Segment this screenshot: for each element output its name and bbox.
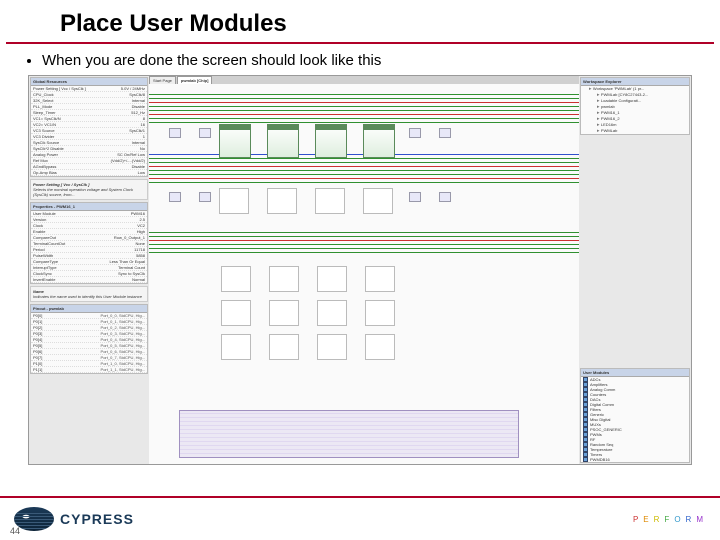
analog-block[interactable] <box>317 334 347 360</box>
digital-block-empty[interactable] <box>315 188 345 214</box>
routing-bus <box>149 244 579 245</box>
analog-block[interactable] <box>365 300 395 326</box>
digital-block-empty[interactable] <box>363 188 393 214</box>
routing-bus <box>149 170 579 171</box>
routing-bus <box>149 102 579 103</box>
routing-bus <box>149 248 579 249</box>
pinout-panel: Pinout - pwmlab P0[0]Port_0_0, StdCPU, H… <box>30 304 148 374</box>
embedded-screenshot: Global Resources Power Setting [ Vcc / S… <box>28 75 692 465</box>
digital-block-empty[interactable] <box>267 188 297 214</box>
chip-canvas[interactable] <box>149 84 579 464</box>
workspace-tree[interactable]: Workspace 'PWMLab' (1 pr...PWMLab [CY8C2… <box>581 86 689 134</box>
cypress-logo-text: CYPRESS <box>60 511 134 527</box>
left-sidebar: Global Resources Power Setting [ Vcc / S… <box>29 76 149 464</box>
property-row[interactable]: P1[1]Port_1_1, StdCPU, Hig... <box>31 367 147 373</box>
user-modules-title: User Modules <box>581 369 689 377</box>
bullet-list: When you are done the screen should look… <box>0 52 720 69</box>
cypress-logo: CYPRESS <box>14 507 134 531</box>
routing-bus <box>149 106 579 107</box>
tab-start-page[interactable]: Start Page <box>149 76 176 84</box>
routing-bus <box>149 110 579 111</box>
analog-block[interactable] <box>221 266 251 292</box>
tagline-letter: F <box>664 515 672 524</box>
workspace-explorer-title: Workspace Explorer <box>581 78 689 86</box>
title-rule <box>6 42 714 44</box>
routing-bus <box>149 252 579 253</box>
routing-bus <box>149 174 579 175</box>
analog-block[interactable] <box>269 334 299 360</box>
mux-icon[interactable] <box>199 128 211 138</box>
user-modules-list[interactable]: ADCsAmplifiersAnalog CommCountersDACsDig… <box>581 377 689 462</box>
slide-title: Place User Modules <box>0 0 720 42</box>
analog-block[interactable] <box>317 266 347 292</box>
routing-bus <box>149 182 579 183</box>
routing-bus <box>149 178 579 179</box>
routing-bus <box>149 122 579 123</box>
routing-bus <box>149 158 579 159</box>
digital-block-placed[interactable] <box>219 124 251 158</box>
mux-icon[interactable] <box>169 128 181 138</box>
routing-bus <box>149 98 579 99</box>
digital-block-placed[interactable] <box>315 124 347 158</box>
tree-item[interactable]: PWMLab <box>597 128 689 134</box>
editor-tabs: Start Page pwmlab [Chip] <box>149 76 579 84</box>
tagline-letter: P <box>633 515 641 524</box>
workspace-explorer-panel: Workspace Explorer Workspace 'PWMLab' (1… <box>580 77 690 135</box>
properties-panel: Properties - PWM16_1 User ModulePWM16Ver… <box>30 202 148 284</box>
analog-block[interactable] <box>221 334 251 360</box>
pin-routing-fabric <box>179 410 519 458</box>
routing-bus <box>149 240 579 241</box>
mux-icon[interactable] <box>409 128 421 138</box>
routing-bus <box>149 166 579 167</box>
digital-block-placed[interactable] <box>267 124 299 158</box>
tagline-letter: E <box>643 515 651 524</box>
digital-block-empty[interactable] <box>219 188 249 214</box>
analog-block[interactable] <box>269 300 299 326</box>
pinout-title: Pinout - pwmlab <box>31 305 147 313</box>
mux-icon[interactable] <box>439 192 451 202</box>
tagline-letter: O <box>674 515 683 524</box>
tagline-letter: R <box>686 515 695 524</box>
tagline-letter: R <box>654 515 663 524</box>
user-modules-panel: User Modules ADCsAmplifiersAnalog CommCo… <box>580 368 690 463</box>
page-number: 44 <box>10 526 20 536</box>
tagline-letter: M <box>696 515 706 524</box>
analog-block[interactable] <box>365 334 395 360</box>
analog-block[interactable] <box>365 266 395 292</box>
property-row[interactable]: Op-Amp BiasLow <box>31 170 147 176</box>
user-module-item[interactable]: PWMDB16 <box>581 457 689 462</box>
design-canvas-area: Start Page pwmlab [Chip] <box>149 76 579 464</box>
module-icon <box>583 457 588 462</box>
analog-block[interactable] <box>317 300 347 326</box>
mux-icon[interactable] <box>199 192 211 202</box>
routing-bus <box>149 232 579 233</box>
routing-bus <box>149 236 579 237</box>
routing-bus <box>149 114 579 115</box>
routing-bus <box>149 162 579 163</box>
mux-icon[interactable] <box>409 192 421 202</box>
tab-chip-editor[interactable]: pwmlab [Chip] <box>177 76 213 84</box>
right-sidebar: Workspace Explorer Workspace 'PWMLab' (1… <box>579 76 691 464</box>
gr-desc-text: Selects the nominal operation voltage an… <box>33 187 133 197</box>
mux-icon[interactable] <box>169 192 181 202</box>
digital-block-placed[interactable] <box>363 124 395 158</box>
properties-desc: Name Indicates the name used to identify… <box>30 286 148 302</box>
routing-bus <box>149 94 579 95</box>
routing-bus <box>149 118 579 119</box>
prop-desc-text: Indicates the name used to identify this… <box>33 294 142 299</box>
property-row[interactable]: InvertEnableNormal <box>31 277 147 283</box>
perform-tagline: PERFORM <box>633 515 706 524</box>
global-resources-panel: Global Resources Power Setting [ Vcc / S… <box>30 77 148 177</box>
mux-icon[interactable] <box>439 128 451 138</box>
global-resources-desc: Power Setting [ Vcc / SysClk ] Selects t… <box>30 179 148 200</box>
analog-block[interactable] <box>221 300 251 326</box>
bullet-item: When you are done the screen should look… <box>42 52 720 69</box>
analog-block[interactable] <box>269 266 299 292</box>
global-resources-title: Global Resources <box>31 78 147 86</box>
properties-title: Properties - PWM16_1 <box>31 203 147 211</box>
slide-footer: CYPRESS PERFORM <box>0 496 720 540</box>
